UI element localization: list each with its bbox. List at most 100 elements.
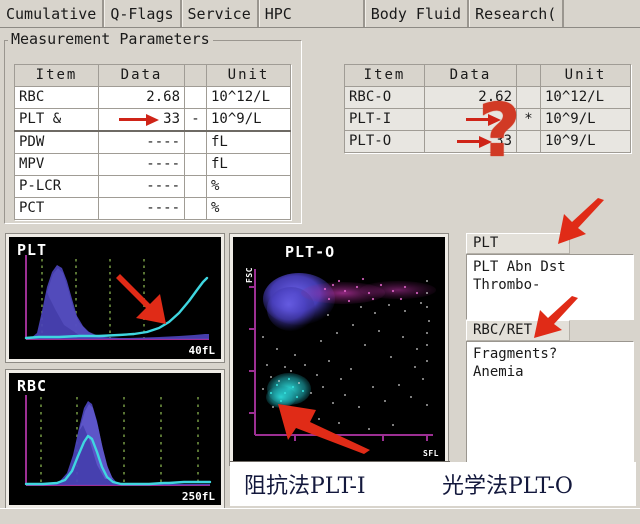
table-row[interactable]: MPV ---- fL bbox=[14, 153, 291, 176]
plt-histogram-scale-label: 40fL bbox=[188, 344, 216, 357]
tab-label: Q-Flags bbox=[110, 4, 174, 23]
cell-data-value: 33 bbox=[495, 133, 512, 149]
cell-unit: % bbox=[206, 197, 291, 220]
table-row[interactable]: RBC-O 2.62 10^12/L bbox=[344, 86, 631, 109]
cell-unit: 10^9/L bbox=[206, 108, 291, 132]
tab-hpc[interactable]: HPC bbox=[258, 0, 365, 27]
table-row[interactable]: RBC 2.68 10^12/L bbox=[14, 86, 291, 109]
cell-flag: * bbox=[516, 108, 541, 131]
table-row[interactable]: PLT-I 3 * 10^9/L bbox=[344, 108, 631, 131]
scattergram-x-axis-label: SFL bbox=[423, 449, 439, 458]
status-bar bbox=[0, 508, 640, 524]
cell-data: ---- bbox=[98, 130, 185, 154]
table-row[interactable]: PLT & 33 - 10^9/L bbox=[14, 108, 291, 132]
rbc-histogram-panel[interactable]: RBC 250fL bbox=[6, 370, 224, 508]
plt-flag-text: PLT Abn Dst Thrombo- bbox=[473, 259, 566, 293]
table-row[interactable]: PLT-O 33 10^9/L bbox=[344, 130, 631, 153]
cell-data: ---- bbox=[98, 197, 185, 220]
tab-bar: Cumulative Q-Flags Service HPC Body Flui… bbox=[0, 0, 640, 28]
rbc-ret-flag-header: RBC/RET bbox=[466, 320, 570, 341]
table-header-row: Item Data Unit bbox=[14, 64, 291, 87]
tab-research[interactable]: Research( bbox=[469, 0, 565, 27]
group-title: Measurement Parameters bbox=[8, 30, 213, 48]
inline-arrow-icon bbox=[119, 114, 161, 126]
tab-body-fluid[interactable]: Body Fluid bbox=[364, 0, 470, 27]
rbc-blue-distribution bbox=[26, 401, 210, 485]
rbc-cyan-curve bbox=[24, 434, 212, 486]
plt-flag-header: PLT bbox=[466, 233, 570, 254]
cell-item: PLT-I bbox=[344, 108, 425, 131]
tab-cumulative[interactable]: Cumulative bbox=[0, 0, 105, 27]
cell-flag: - bbox=[184, 108, 207, 132]
tab-q-flags[interactable]: Q-Flags bbox=[104, 0, 182, 27]
column-header-unit: Unit bbox=[206, 64, 291, 87]
inline-arrow-icon bbox=[465, 114, 502, 126]
cell-unit: fL bbox=[206, 153, 291, 176]
cell-item: RBC-O bbox=[344, 86, 425, 109]
cell-item: MPV bbox=[14, 153, 99, 176]
inline-arrow-icon bbox=[457, 136, 493, 148]
cell-flag bbox=[184, 86, 207, 109]
tab-label: Cumulative bbox=[6, 4, 97, 23]
caption-impedance-plt: 阻抗法PLT-I bbox=[244, 474, 366, 499]
table-row[interactable]: P-LCR ---- % bbox=[14, 175, 291, 198]
cell-data: 33 bbox=[98, 108, 185, 132]
application-window: Cumulative Q-Flags Service HPC Body Flui… bbox=[0, 0, 640, 524]
column-header-item: Item bbox=[14, 64, 99, 87]
rbc-ret-flag-text: Fragments? Anemia bbox=[473, 346, 558, 380]
scattergram-y-axis-label: FSC bbox=[245, 267, 254, 283]
cell-flag bbox=[184, 197, 207, 220]
cell-data-value: 33 bbox=[163, 111, 180, 127]
cell-data: 33 bbox=[424, 130, 517, 153]
cell-flag bbox=[184, 130, 207, 154]
rbc-ret-flag-messages: Fragments? Anemia bbox=[466, 341, 634, 467]
cell-unit: 10^12/L bbox=[540, 86, 631, 109]
measurement-parameters-table: Item Data Unit RBC 2.68 10^12/L PLT & 33… bbox=[14, 64, 291, 220]
cell-unit: fL bbox=[206, 130, 291, 154]
cell-item: RBC bbox=[14, 86, 99, 109]
scattergram-title: PLT-O bbox=[285, 243, 336, 261]
cell-unit: 10^9/L bbox=[540, 108, 631, 131]
column-header-flag bbox=[184, 64, 207, 87]
table-header-row: Item Data Unit bbox=[344, 64, 631, 87]
scattergram-plot bbox=[249, 269, 436, 441]
cell-flag bbox=[516, 130, 541, 153]
cell-flag bbox=[184, 153, 207, 176]
cell-data: ---- bbox=[98, 175, 185, 198]
column-header-unit: Unit bbox=[540, 64, 631, 87]
cell-data: 2.68 bbox=[98, 86, 185, 109]
cell-data: ---- bbox=[98, 153, 185, 176]
table-row[interactable]: PDW ---- fL bbox=[14, 130, 291, 154]
cell-data: 3 bbox=[424, 108, 517, 131]
column-header-data: Data bbox=[424, 64, 517, 87]
rbc-histogram-title: RBC bbox=[17, 377, 48, 395]
plt-histogram-title: PLT bbox=[17, 241, 48, 259]
caption-optical-plt: 光学法PLT-O bbox=[442, 474, 573, 499]
cell-item: P-LCR bbox=[14, 175, 99, 198]
cell-item: PCT bbox=[14, 197, 99, 220]
cell-item: PLT-O bbox=[344, 130, 425, 153]
column-header-flag bbox=[516, 64, 541, 87]
cell-data-value: 3 bbox=[503, 111, 512, 127]
optical-parameters-table: Item Data Unit RBC-O 2.62 10^12/L PLT-I … bbox=[344, 64, 631, 153]
tab-label: HPC bbox=[264, 4, 292, 23]
tab-service[interactable]: Service bbox=[181, 0, 259, 27]
table-row[interactable]: PCT ---- % bbox=[14, 197, 291, 220]
cell-data: 2.62 bbox=[424, 86, 517, 109]
rbc-histogram-scale-label: 250fL bbox=[181, 490, 215, 503]
cell-unit: % bbox=[206, 175, 291, 198]
plt-histogram-panel[interactable]: PLT 40fL bbox=[6, 234, 224, 362]
column-header-data: Data bbox=[98, 64, 185, 87]
tab-label: Body Fluid bbox=[370, 4, 462, 23]
plt-o-scattergram-panel[interactable]: PLT-O FSC SFL bbox=[230, 234, 448, 465]
cell-unit: 10^9/L bbox=[540, 130, 631, 153]
cell-flag bbox=[516, 86, 541, 109]
column-header-item: Item bbox=[344, 64, 425, 87]
caption-strip: 阻抗法PLT-I 光学法PLT-O bbox=[230, 462, 636, 506]
plt-flag-messages: PLT Abn Dst Thrombo- bbox=[466, 254, 634, 320]
cell-item: PLT & bbox=[14, 108, 99, 132]
cell-unit: 10^12/L bbox=[206, 86, 291, 109]
cell-item: PDW bbox=[14, 130, 99, 154]
cell-flag bbox=[184, 175, 207, 198]
tab-label: Research( bbox=[475, 4, 557, 23]
